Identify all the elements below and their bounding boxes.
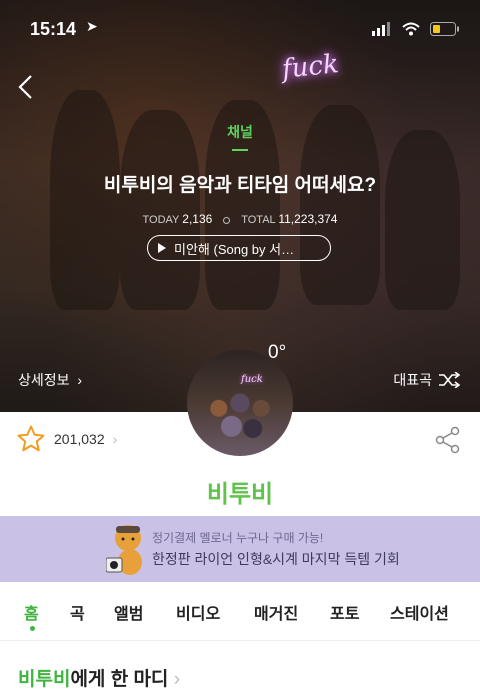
share-button[interactable] (434, 426, 462, 458)
chevron-right-icon: › (173, 669, 181, 690)
artist-avatar[interactable]: fuck (187, 350, 293, 456)
tab-albums[interactable]: 앨범 (114, 600, 143, 624)
status-time: 15:14 (30, 19, 77, 39)
chevron-left-icon (18, 75, 32, 99)
tab-home[interactable]: 홈 (24, 600, 39, 624)
chevron-right-icon: › (77, 372, 83, 388)
featured-song-button[interactable]: 미안해 (Song by 서… (147, 235, 331, 261)
promo-line-2: 한정판 라이언 인형&시계 마지막 득템 기회 (152, 551, 400, 567)
back-button[interactable] (16, 74, 36, 104)
comment-title: 에게 한 마디 (70, 669, 169, 690)
like-button[interactable]: 201,032 › (16, 424, 117, 454)
avatar-neon-sign: fuck (241, 374, 263, 385)
today-label: TODAY (142, 214, 180, 226)
battery-icon (430, 22, 459, 36)
active-tab-indicator (30, 626, 35, 631)
artist-name: 비투비 (206, 481, 274, 508)
today-count: 2,136 (182, 212, 213, 226)
share-icon (435, 426, 460, 454)
channel-label: 채널 (227, 125, 253, 141)
wifi-icon (402, 22, 420, 36)
channel-title: 비투비의 음악과 티타임 어떠세요? (103, 175, 377, 196)
representative-songs-shuffle[interactable]: 대표곡 (393, 370, 460, 390)
location-arrow-icon: ➤ (86, 19, 98, 35)
promo-line-1: 정기결제 멜로너 누구나 구매 가능! (152, 531, 324, 545)
visitor-counts: TODAY 2,136 TOTAL 11,223,374 (0, 212, 480, 226)
like-count: 201,032 (54, 431, 105, 447)
shuffle-icon (439, 372, 460, 388)
chevron-right-icon: › (112, 431, 118, 447)
cellular-signal-icon (372, 22, 390, 36)
total-count: 11,223,374 (278, 212, 338, 226)
detail-info-link[interactable]: 상세정보 › (18, 370, 82, 390)
detail-info-label: 상세정보 (18, 372, 70, 388)
ryan-character-icon (106, 525, 142, 575)
tab-station[interactable]: 스테이션 (390, 600, 449, 624)
promo-banner[interactable]: 정기결제 멜로너 누구나 구매 가능! 한정판 라이언 인형&시계 마지막 득템… (0, 516, 480, 582)
star-icon (17, 425, 45, 452)
tab-songs[interactable]: 곡 (70, 600, 85, 624)
status-bar: 15:14 ➤ (0, 0, 480, 56)
representative-songs-label: 대표곡 (393, 372, 432, 388)
comment-artist-name: 비투비 (18, 669, 71, 690)
artist-tabs: 홈 곡 앨범 비디오 매거진 포토 스테이션 (0, 590, 480, 634)
tab-magazine[interactable]: 매거진 (254, 600, 298, 624)
total-label: TOTAL (241, 214, 276, 226)
tab-photos[interactable]: 포토 (330, 600, 359, 624)
tab-videos[interactable]: 비디오 (176, 600, 220, 624)
featured-song-title: 미안해 (Song by 서… (174, 241, 295, 257)
channel-underline (232, 149, 248, 151)
divider (0, 640, 480, 641)
separator-dot (223, 216, 231, 224)
play-icon (158, 243, 166, 253)
comment-section-header[interactable]: 비투비에게 한 마디 › (18, 664, 180, 691)
